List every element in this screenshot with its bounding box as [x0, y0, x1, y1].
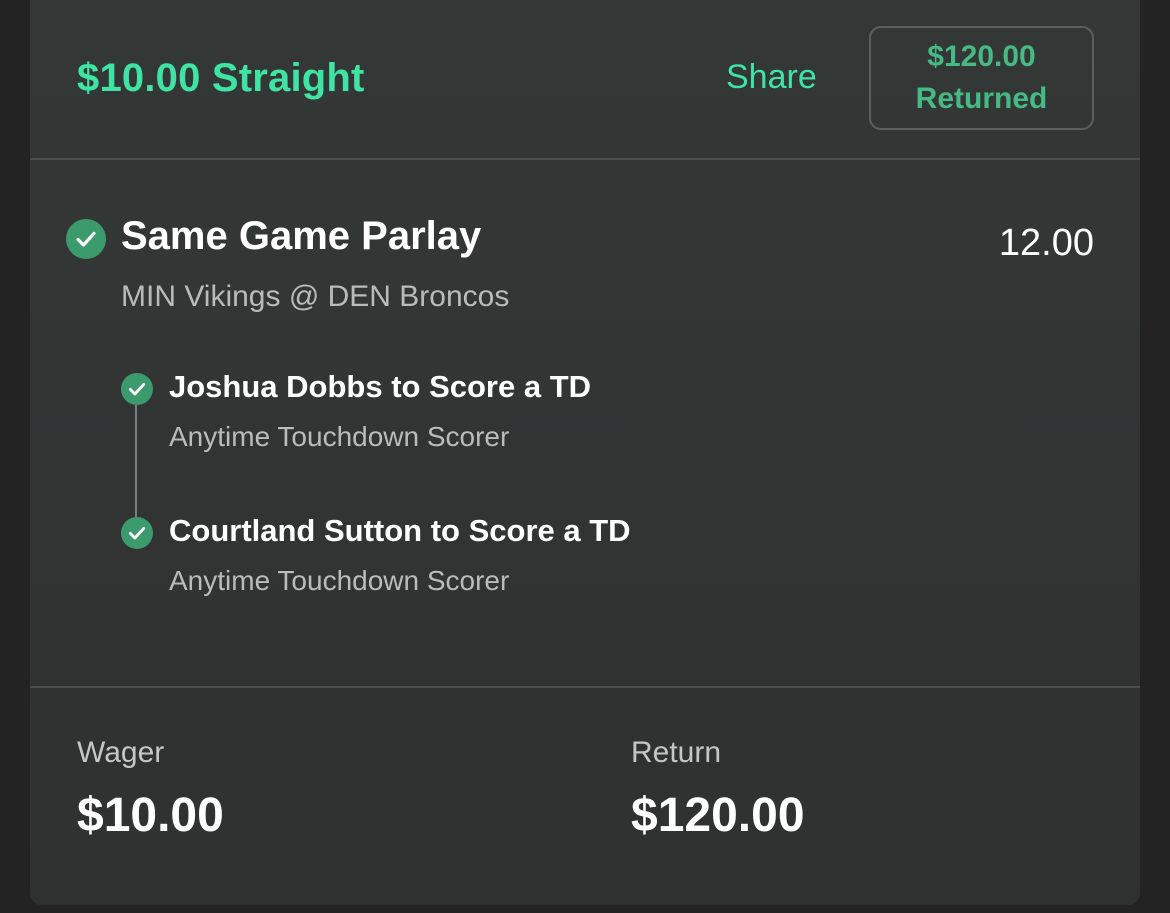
check-circle-icon [121, 517, 153, 549]
leg-connector-line [135, 405, 137, 517]
returned-amount: $120.00 [927, 40, 1036, 73]
wager-label: Wager [77, 736, 165, 769]
return-label: Return [631, 736, 722, 769]
parlay-matchup: MIN Vikings @ DEN Broncos [121, 280, 510, 313]
footer-divider [30, 686, 1140, 688]
parlay-title: Same Game Parlay [121, 214, 482, 258]
bet-card: $10.00 Straight Share $120.00 Returned S… [30, 0, 1140, 905]
wager-value: $10.00 [77, 789, 224, 842]
bet-title: $10.00 Straight [77, 56, 365, 100]
leg-title: Joshua Dobbs to Score a TD [169, 369, 592, 404]
check-circle-icon [66, 219, 106, 259]
return-value: $120.00 [631, 789, 805, 842]
bet-header: $10.00 Straight Share $120.00 Returned [30, 0, 1140, 160]
leg-market: Anytime Touchdown Scorer [169, 421, 510, 452]
leg-title: Courtland Sutton to Score a TD [169, 513, 631, 548]
leg-market: Anytime Touchdown Scorer [169, 565, 510, 596]
returned-label: Returned [915, 82, 1048, 115]
returned-badge: $120.00 Returned [869, 26, 1094, 130]
check-circle-icon [121, 373, 153, 405]
parlay-odds: 12.00 [998, 222, 1094, 264]
share-button[interactable]: Share [726, 58, 817, 97]
